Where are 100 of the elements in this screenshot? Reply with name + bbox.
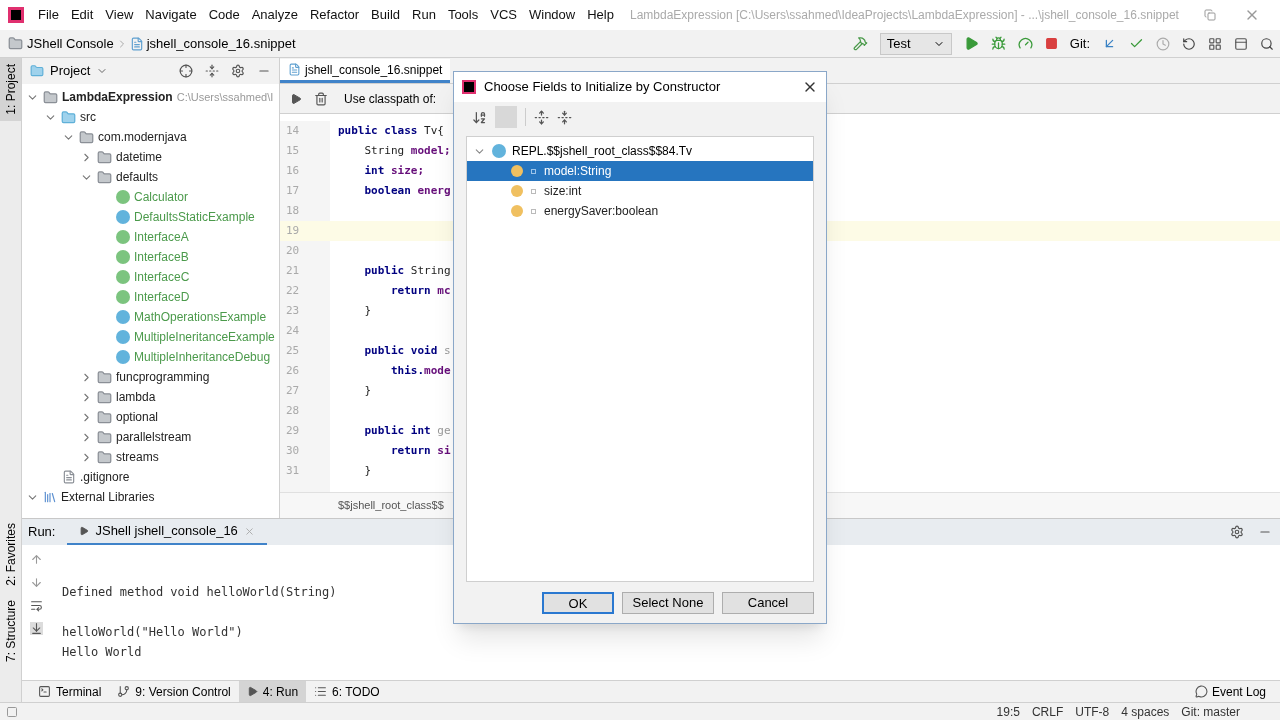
tool-window-tab[interactable]: Terminal [30,680,110,703]
tree-item[interactable]: InterfaceA [134,228,189,246]
play-icon[interactable] [963,36,979,51]
folder-icon [97,389,112,405]
scroll-end-icon[interactable] [29,622,43,635]
panel-title[interactable]: Project [50,61,91,81]
up-arrow-icon[interactable] [29,553,43,566]
tree-item[interactable]: parallelstream [116,428,192,446]
structure-icon[interactable] [1208,36,1222,51]
field-row[interactable]: size:int [467,181,813,201]
tree-item[interactable]: src [80,108,96,126]
tree-item[interactable]: datetime [116,148,163,166]
down-arrow-icon[interactable] [29,576,43,589]
tool-window-tab[interactable]: 9: Version Control [109,680,239,703]
menu-item[interactable]: Code [202,5,246,25]
status-icon[interactable] [6,705,18,718]
dialog-button[interactable]: Cancel [722,591,814,614]
status-item[interactable]: Git: master [1181,702,1240,720]
settings-icon[interactable] [231,64,245,78]
menu-item[interactable]: Run [406,5,442,25]
event-log-button[interactable]: Event Log [1211,682,1266,701]
tree-item[interactable]: InterfaceD [134,288,190,306]
menu-item[interactable]: Refactor [303,5,366,25]
coverage-icon[interactable] [1017,36,1033,51]
menu-item[interactable]: Navigate [139,5,203,25]
toggle-button[interactable] [495,106,517,128]
menu-item[interactable]: Help [581,5,620,25]
history-icon[interactable] [1156,36,1170,51]
tree-item[interactable]: DefaultsStaticExample [134,208,255,226]
dialog-button[interactable]: Select None [622,591,714,614]
code-line: } [363,382,372,399]
tree-item[interactable]: funcprogramming [116,368,210,386]
list-icon [314,685,328,698]
class-node[interactable]: REPL.$$jshell_root_class$$84.Tv [512,142,693,160]
sort-icon[interactable] [472,109,487,125]
restore-icon[interactable] [1204,9,1216,21]
tree-item[interactable]: External Libraries [61,488,155,506]
dialog-button[interactable]: OK [542,591,614,614]
menu-item[interactable]: Tools [441,5,485,25]
code-breadcrumb[interactable]: $$jshell_root_class$$ [338,497,444,514]
code-line: } [363,302,372,319]
breadcrumb[interactable]: jshell_console_16.snippet [146,33,296,54]
run-icon [246,686,258,697]
status-item[interactable]: UTF-8 [1075,702,1110,720]
tree-item[interactable]: defaults [116,168,159,186]
tree-item[interactable]: Calculator [134,188,189,206]
menu-item[interactable]: Edit [64,5,100,25]
tree-item[interactable]: LambdaExpression [62,88,173,106]
breadcrumb[interactable]: JShell Console [27,33,114,54]
menu-item[interactable]: Analyze [245,5,304,25]
folder-icon [97,369,112,385]
field-row[interactable]: energySaver:boolean [467,201,813,221]
editor-tab[interactable]: jshell_console_16.snippet [280,59,451,83]
status-item[interactable]: 4 spaces [1121,702,1170,720]
panel-icon[interactable] [1234,36,1248,51]
tool-window-tab[interactable]: 6: TODO [306,680,388,703]
line-number: 21 [285,262,301,279]
tree-item[interactable]: lambda [116,388,156,406]
trash-icon[interactable] [314,91,328,106]
side-tab[interactable]: 7: Structure [0,599,22,662]
search-icon[interactable] [1260,36,1274,51]
project-side-tab[interactable]: 1: Project [0,58,21,121]
interface-icon [116,290,130,304]
wrap-icon[interactable] [29,599,43,612]
side-tab[interactable]: 2: Favorites [0,523,22,586]
play-icon[interactable] [290,92,302,105]
run-label: Run: [28,523,56,542]
line-number: 30 [285,442,301,459]
tree-item[interactable]: optional [116,408,159,426]
bug-icon[interactable] [990,36,1006,51]
stop-icon[interactable] [1044,37,1058,50]
tree-item[interactable]: MultipleIneritanceExample [134,328,275,346]
tree-item[interactable]: .gitignore [80,468,130,486]
menu-item[interactable]: VCS [484,5,523,25]
run-tab[interactable]: JShell jshell_console_16 [67,519,267,545]
tree-item[interactable]: InterfaceC [134,268,190,286]
expand-all-icon[interactable] [534,109,549,125]
field-row[interactable]: model:String [467,161,813,181]
revert-icon[interactable] [1182,36,1196,51]
settings-icon[interactable] [1230,525,1244,539]
collapse-icon[interactable] [205,64,219,78]
collapse-all-icon[interactable] [557,109,572,125]
tree-item[interactable]: com.modernjava [98,128,187,146]
menu-item[interactable]: View [99,5,140,25]
menu-item[interactable]: Window [522,5,582,25]
folder-icon [8,36,23,51]
tree-item[interactable]: MathOperationsExample [134,308,267,326]
menu-item[interactable]: Build [365,5,406,25]
run-config-dropdown[interactable]: Test [879,32,952,55]
status-item[interactable]: CRLF [1031,702,1064,720]
hammer-icon[interactable] [852,36,868,51]
locate-icon[interactable] [179,64,193,78]
tree-item[interactable]: InterfaceB [134,248,189,266]
tree-item[interactable]: streams [116,448,159,466]
code-line: boolean energ [363,182,451,199]
terminal-icon [38,685,51,698]
menu-item[interactable]: File [32,5,65,25]
tree-item[interactable]: MultipleInheritanceDebug [134,348,271,366]
tool-window-tab[interactable]: 4: Run [238,680,307,703]
status-item[interactable]: 19:5 [996,702,1020,720]
